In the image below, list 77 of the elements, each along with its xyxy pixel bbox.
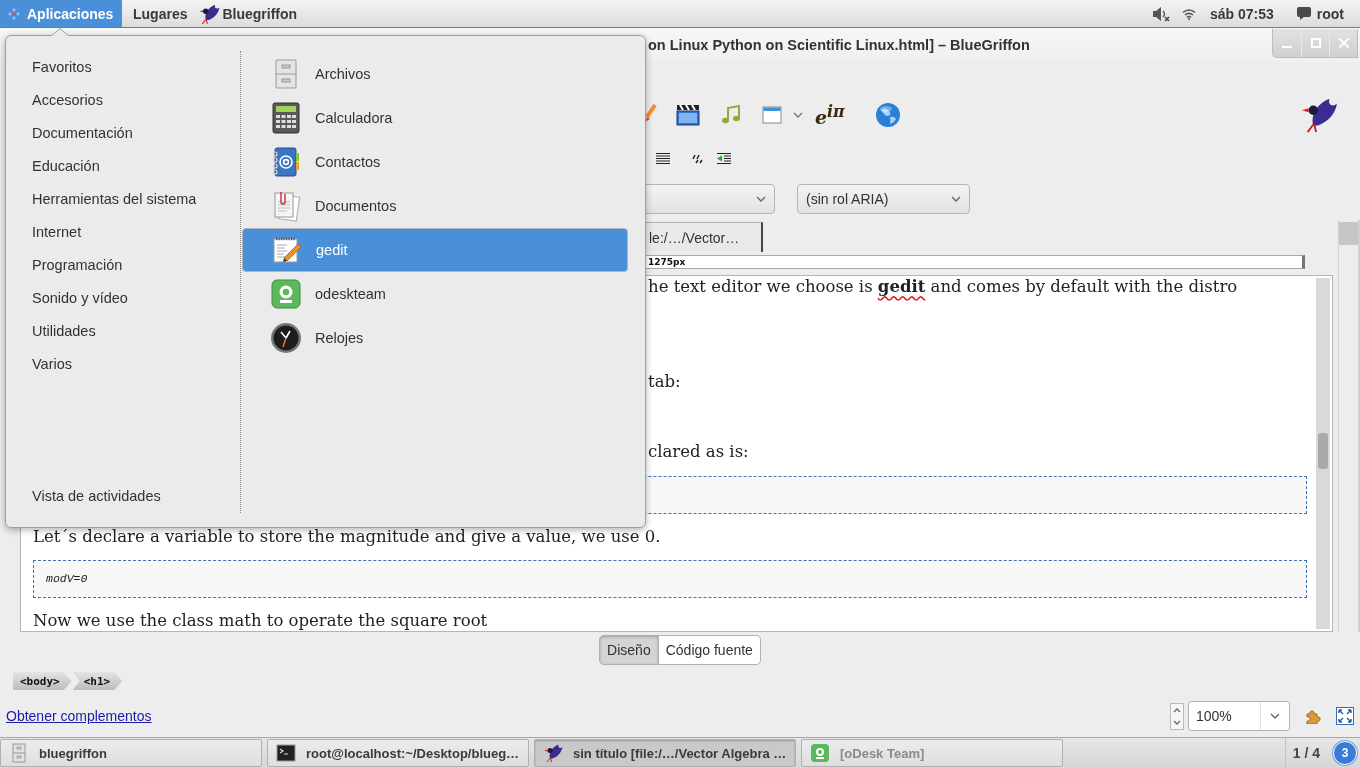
webcam-icon [810, 743, 830, 763]
workspace-switcher[interactable]: 1 / 4 [1284, 738, 1333, 768]
taskbar-button[interactable]: root@localhost:~/Desktop/blueg… [267, 739, 529, 767]
paragraph-text: Now we use the class math to operate the square root [33, 611, 489, 631]
fullscreen-icon[interactable] [1336, 707, 1354, 725]
window-icon[interactable] [762, 106, 782, 124]
globe-icon[interactable] [874, 102, 901, 128]
math-button[interactable]: e$^{iπ}$ [815, 100, 845, 130]
bird-icon [1300, 96, 1338, 134]
maximize-icon [1310, 38, 1321, 48]
app-menu-item[interactable]: odeskteam [242, 272, 628, 316]
category-item[interactable]: Internet [6, 216, 240, 249]
caret-icon [756, 196, 766, 202]
app-menu-item[interactable]: Relojes [242, 316, 628, 360]
terminal-icon [276, 743, 296, 763]
outdent-icon[interactable] [716, 152, 732, 166]
paragraph-text: he text editor we choose is gedit and comes by default with the distro [648, 277, 1239, 297]
notification-badge[interactable]: 3 [1333, 741, 1357, 765]
app-menu-item[interactable]: Calculadora [242, 96, 628, 140]
minimize-icon [1282, 46, 1292, 48]
scrollbar-thumb[interactable] [1339, 222, 1358, 245]
align-justify-icon[interactable] [655, 152, 671, 166]
taskbar-button[interactable]: bluegriffon [0, 739, 262, 767]
paragraph-text: clared as is: [648, 442, 750, 462]
ruler-label: 1275px [648, 256, 686, 268]
app-menu-item[interactable]: Contactos [242, 140, 628, 184]
file-cabinet-icon [9, 743, 29, 763]
view-tab[interactable]: Código fuente [658, 634, 761, 665]
clapperboard-icon[interactable] [676, 104, 700, 126]
clock-icon [270, 322, 302, 354]
dots-icon [8, 7, 20, 20]
view-tab[interactable]: Diseño [599, 634, 659, 665]
breadcrumb-item[interactable]: <h1> [72, 672, 123, 690]
aria-role-dropdown[interactable]: (sin rol ARIA) [797, 184, 970, 214]
spin-arrows-icon[interactable] [1170, 702, 1184, 730]
music-note-icon[interactable] [720, 104, 742, 126]
code-block: modV=0 [33, 560, 1307, 598]
category-item[interactable]: Herramientas del sistema [6, 183, 240, 216]
category-item[interactable]: Accesorios [6, 84, 240, 117]
calculator-icon [270, 102, 302, 134]
taskbar-button[interactable]: sin título [file:/…/Vector Algebra … [534, 739, 796, 767]
breadcrumb-item[interactable]: <body> [13, 672, 72, 690]
caret-icon [951, 196, 961, 202]
bird-icon [543, 743, 563, 763]
scrollbar[interactable] [1316, 278, 1330, 629]
scrollbar-thumb[interactable] [1318, 433, 1328, 469]
app-menu-button[interactable]: Bluegriffon [198, 0, 298, 27]
window-title: on Linux Python on Scientific Linux.html] – BlueGriffon [648, 36, 1030, 55]
webcam-icon [270, 278, 302, 310]
clock[interactable]: sáb 07:53 [1209, 5, 1274, 22]
close-icon [1338, 38, 1349, 48]
speaker-muted-icon[interactable] [1151, 5, 1170, 22]
category-item[interactable]: Varios [6, 348, 240, 381]
paragraph-text: tab: [648, 372, 682, 392]
scrollbar[interactable] [1338, 220, 1360, 632]
category-item[interactable]: Favoritos [6, 51, 240, 84]
app-menu-item[interactable]: Archivos [242, 52, 628, 96]
add-ons-link[interactable]: Obtener complementos [6, 708, 152, 724]
app-menu-item[interactable]: Documentos [242, 184, 628, 228]
chat-bubble-icon [1296, 7, 1311, 20]
address-book-icon [270, 146, 302, 178]
places-menu-button[interactable]: Lugares [122, 0, 199, 27]
category-item[interactable]: Educación [6, 150, 240, 183]
activities-overview-item[interactable]: Vista de actividades [6, 480, 240, 513]
paragraph-text: Let´s declare a variable to store the magnitude and give a value, we use 0. [33, 527, 662, 547]
category-item[interactable]: Documentación [6, 117, 240, 150]
category-item[interactable]: Programación [6, 249, 240, 282]
caret-icon[interactable] [793, 112, 803, 118]
wifi-icon[interactable] [1181, 7, 1196, 20]
category-item[interactable]: Utilidades [6, 315, 240, 348]
category-item[interactable]: Sonido y vídeo [6, 282, 240, 315]
caret-icon [1270, 713, 1280, 719]
user-menu-button[interactable]: root [1296, 0, 1344, 27]
puzzle-icon[interactable] [1306, 708, 1322, 724]
quote-icon[interactable] [692, 154, 704, 164]
bird-icon [198, 2, 221, 25]
zoom-combo[interactable]: 100% [1188, 701, 1290, 731]
